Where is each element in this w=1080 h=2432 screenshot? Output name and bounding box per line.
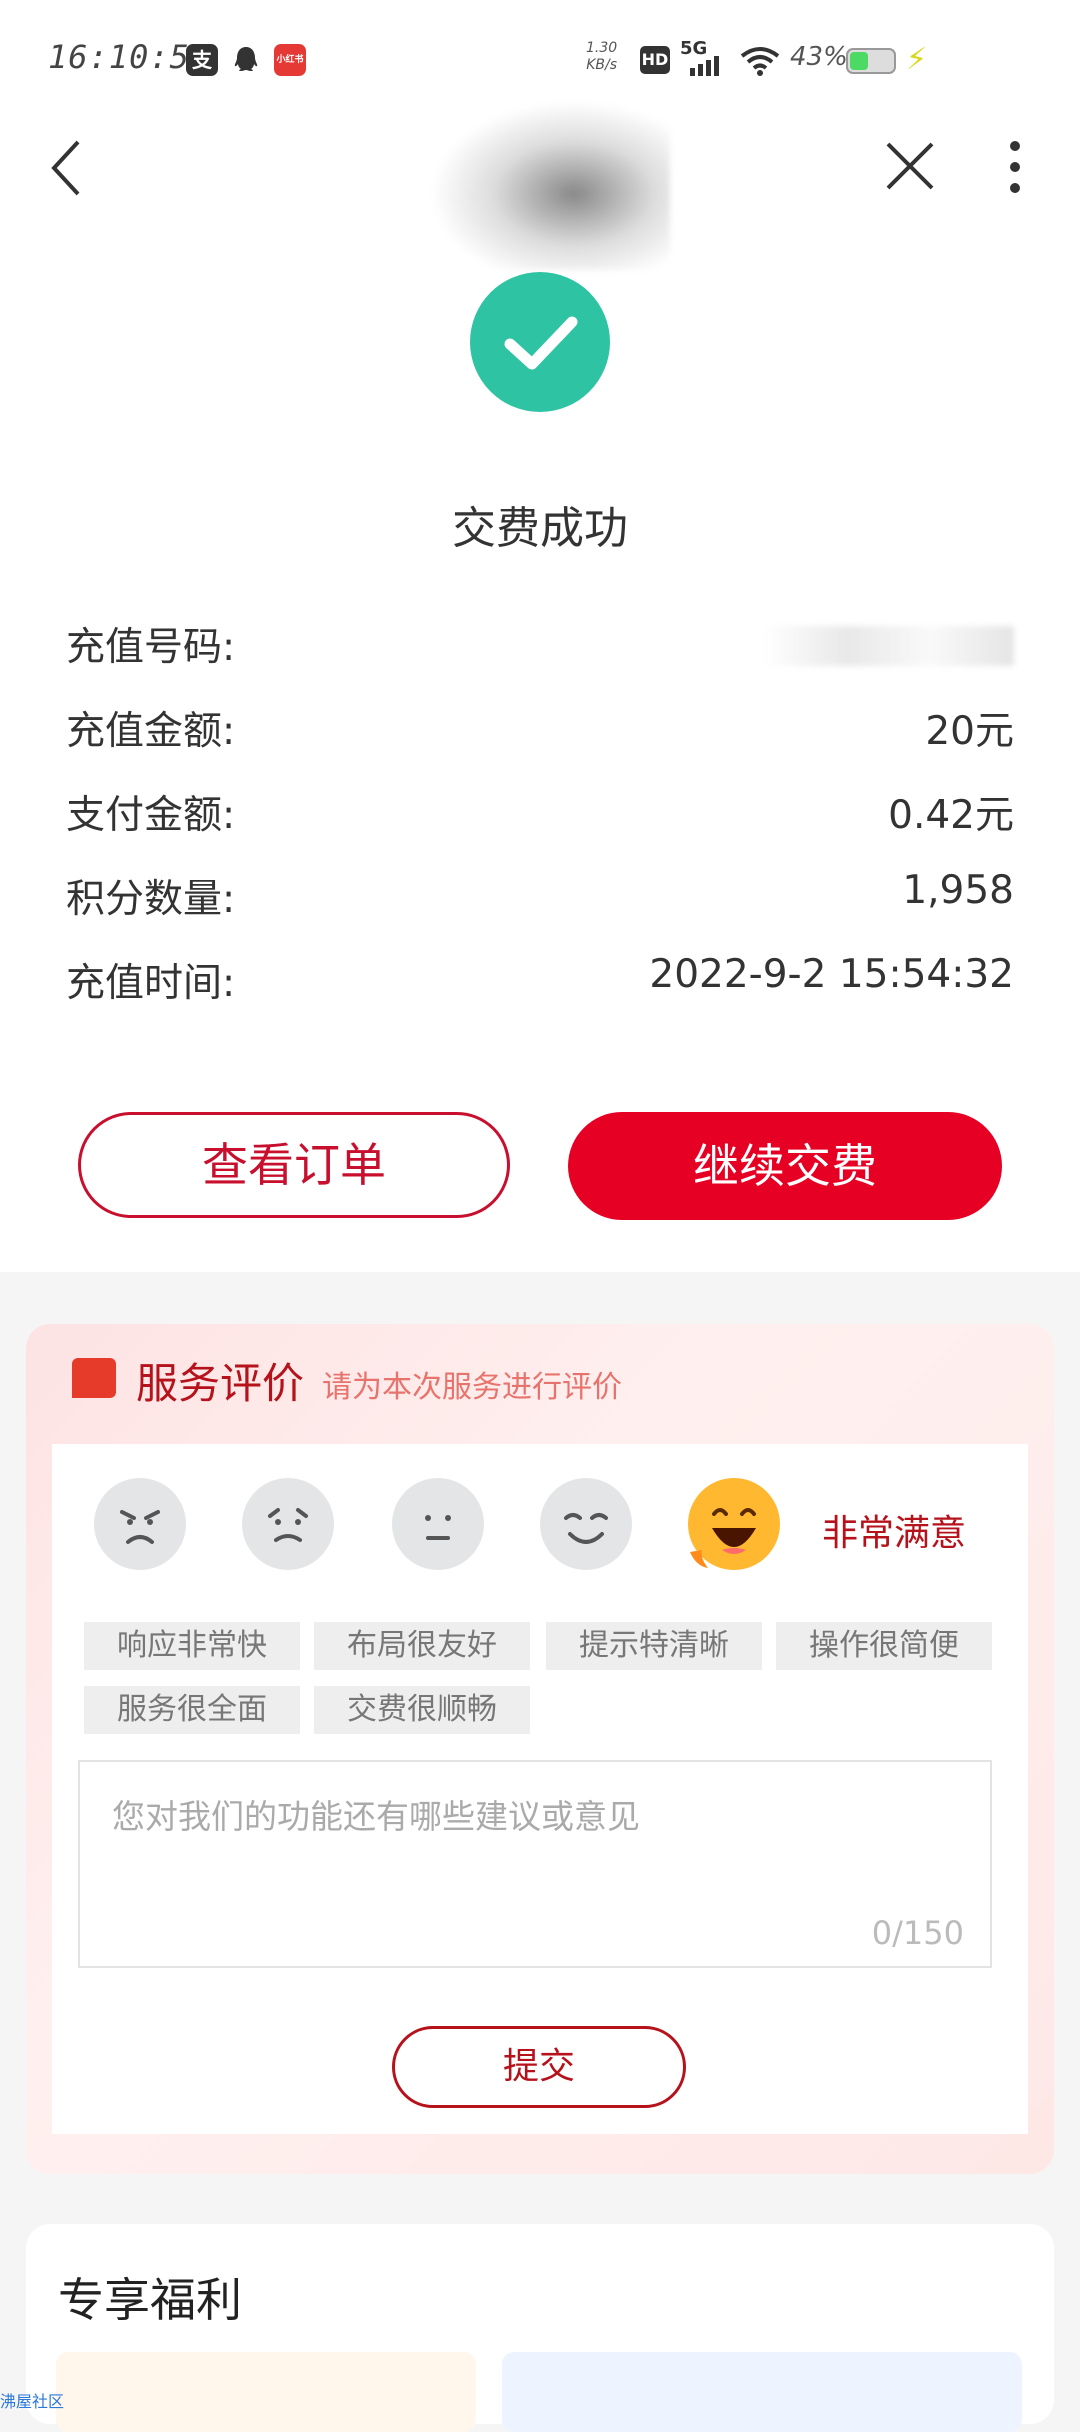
view-order-button[interactable]: 查看订单 — [78, 1112, 510, 1218]
battery-level — [850, 52, 868, 70]
detail-label: 支付金额: — [66, 793, 236, 838]
brand-logo — [430, 100, 670, 270]
detail-label: 充值时间: — [66, 961, 236, 1006]
hd-icon: HD — [640, 46, 670, 74]
close-icon — [886, 142, 934, 190]
very-happy-face-icon[interactable] — [686, 1476, 782, 1572]
comment-icon — [72, 1358, 116, 1398]
battery-percent: 43% — [790, 42, 848, 72]
detail-row-phone: 充值号码: — [66, 616, 1014, 676]
network-speed-unit: KB/s — [586, 57, 617, 73]
detail-value: 20元 — [925, 709, 1014, 754]
feedback-tag[interactable]: 布局很友好 — [314, 1622, 530, 1670]
feedback-tag[interactable]: 操作很简便 — [776, 1622, 992, 1670]
char-counter: 0/150 — [871, 1914, 964, 1952]
benefit-tile[interactable] — [502, 2352, 1022, 2432]
chevron-left-icon — [51, 140, 80, 196]
wifi-icon — [740, 46, 780, 80]
close-button[interactable] — [880, 136, 940, 196]
submit-button[interactable]: 提交 — [392, 2026, 686, 2108]
detail-row-amount: 充值金额: 20元 — [66, 700, 1014, 760]
signal-icon — [690, 56, 722, 76]
feedback-textarea[interactable]: 您对我们的功能还有哪些建议或意见 0/150 — [78, 1760, 992, 1968]
detail-label: 充值号码: — [66, 625, 236, 670]
sad-face-icon[interactable] — [242, 1478, 334, 1570]
feedback-tag[interactable]: 提示特清晰 — [546, 1622, 762, 1670]
neutral-face-icon[interactable] — [392, 1478, 484, 1570]
xiaohongshu-icon: 小红书 — [274, 44, 306, 76]
network-speed: 1.30 KB/s — [586, 40, 617, 74]
detail-value: 2022-9-2 15:54:32 — [649, 952, 1014, 997]
benefit-tile[interactable] — [56, 2352, 476, 2432]
more-button[interactable] — [998, 136, 1032, 206]
feedback-placeholder: 您对我们的功能还有哪些建议或意见 — [112, 1797, 640, 1836]
detail-row-points: 积分数量: 1,958 — [66, 868, 1014, 928]
feedback-tag[interactable]: 响应非常快 — [84, 1622, 300, 1670]
qq-icon — [230, 44, 262, 76]
feedback-tag[interactable]: 交费很顺畅 — [314, 1686, 530, 1734]
detail-value: 0.42元 — [888, 793, 1014, 838]
network-speed-value: 1.30 — [586, 40, 618, 56]
status-bar: 16:10:57 支 小红书 1.30 KB/s HD 5G 43% ⚡ — [0, 30, 1080, 94]
page-title: 交费成功 — [452, 503, 628, 554]
charging-icon: ⚡ — [906, 42, 928, 77]
back-button[interactable] — [44, 134, 104, 204]
detail-value: 1,958 — [902, 868, 1014, 913]
selected-rating-label: 非常满意 — [822, 1513, 967, 1554]
feedback-tag[interactable]: 服务很全面 — [84, 1686, 300, 1734]
smile-face-icon[interactable] — [540, 1478, 632, 1570]
continue-pay-button[interactable]: 继续交费 — [568, 1112, 1002, 1220]
detail-label: 充值金额: — [66, 709, 236, 754]
detail-row-paid: 支付金额: 0.42元 — [66, 784, 1014, 844]
watermark: 沸屋社区 — [0, 2392, 65, 2411]
evaluation-title: 服务评价 — [136, 1359, 305, 1408]
check-circle-icon — [470, 272, 610, 412]
angry-face-icon[interactable] — [94, 1478, 186, 1570]
alipay-icon: 支 — [186, 44, 218, 76]
more-vertical-icon — [1010, 141, 1020, 193]
detail-row-time: 充值时间: 2022-9-2 15:54:32 — [66, 952, 1014, 1012]
detail-value-redacted — [764, 616, 1014, 676]
detail-label: 积分数量: — [66, 877, 236, 922]
battery-icon — [846, 48, 896, 74]
evaluation-subtitle: 请为本次服务进行评价 — [322, 1370, 622, 1405]
benefits-title: 专享福利 — [58, 2273, 242, 2327]
